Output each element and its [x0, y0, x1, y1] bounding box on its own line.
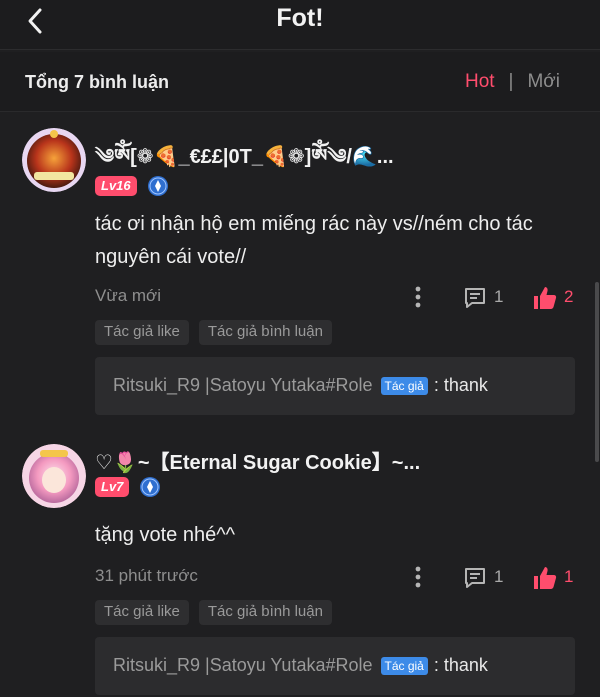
comment-time: 31 phút trước [95, 566, 198, 585]
avatar[interactable] [22, 128, 86, 192]
author-tags: Tác giả like Tác giả bình luận [95, 320, 342, 345]
sort-switch: Hot | Mới [465, 71, 560, 93]
sort-new-tab[interactable]: Mới [527, 71, 560, 93]
page-title: Fot! [276, 4, 324, 32]
reply-user[interactable]: Ritsuki_R9 |Satoyu Yutaka#Role [113, 375, 373, 396]
reply-message: : thank [433, 655, 488, 675]
reply-message: : thank [433, 375, 488, 395]
like-icon[interactable] [532, 565, 558, 591]
reply-preview[interactable]: Ritsuki_R9 |Satoyu Yutaka#Role Tác giả :… [95, 637, 575, 695]
comment-meta: 31 phút trước 1 1 [95, 566, 575, 590]
author-tag: Tác giả [380, 656, 428, 675]
comment-username[interactable]: ♡🌷~【Eternal Sugar Cookie】~... [95, 446, 420, 475]
comments-header: Tổng 7 bình luận Hot | Mới [0, 52, 600, 112]
author-tag: Tác giả [380, 376, 428, 395]
more-options-icon[interactable] [413, 564, 423, 590]
tag-author-comment: Tác giả bình luận [198, 320, 332, 345]
verified-icon [147, 176, 168, 196]
reply-preview[interactable]: Ritsuki_R9 |Satoyu Yutaka#Role Tác giả :… [95, 357, 575, 415]
like-count: 2 [564, 287, 574, 306]
more-options-icon[interactable] [413, 284, 423, 310]
sort-hot-tab[interactable]: Hot [465, 71, 495, 93]
reply-icon[interactable] [463, 566, 487, 590]
reply-line: Ritsuki_R9 |Satoyu Yutaka#Role Tác giả :… [113, 375, 488, 396]
comment-total: Tổng 7 bình luận [25, 72, 169, 92]
top-bar: Fot! [0, 0, 600, 50]
level-badge: Lv7 [95, 477, 130, 497]
avatar[interactable] [22, 444, 86, 508]
author-tags: Tác giả like Tác giả bình luận [95, 600, 342, 625]
reply-icon[interactable] [463, 286, 487, 310]
level-badge: Lv16 [95, 176, 137, 196]
verified-icon [140, 477, 161, 497]
comment-item: ♡🌷~【Eternal Sugar Cookie】~... Lv7 tặng v… [0, 432, 600, 697]
comment-text: tác ơi nhận hộ em miếng rác này vs//ném … [95, 213, 533, 268]
reply-user[interactable]: Ritsuki_R9 |Satoyu Yutaka#Role [113, 655, 373, 676]
tag-author-like: Tác giả like [95, 600, 189, 625]
comment-item: ༄ༀ[❁🍕_€££|0T_🍕❁]ༀ༄/🌊... Lv16 tác ơi nhận… [0, 112, 600, 432]
comment-text: tặng vote nhé^^ [95, 524, 235, 546]
comment-time: Vừa mới [95, 286, 161, 305]
tag-author-comment: Tác giả bình luận [198, 600, 332, 625]
reply-line: Ritsuki_R9 |Satoyu Yutaka#Role Tác giả :… [113, 655, 488, 676]
reply-count: 1 [494, 287, 504, 306]
user-badges: Lv16 [95, 175, 169, 197]
like-icon[interactable] [532, 285, 558, 311]
tag-author-like: Tác giả like [95, 320, 189, 345]
comment-meta: Vừa mới 1 2 [95, 286, 575, 310]
like-count: 1 [564, 567, 574, 586]
sort-separator: | [508, 71, 514, 92]
reply-count: 1 [494, 567, 504, 586]
user-badges: Lv7 [95, 476, 161, 498]
